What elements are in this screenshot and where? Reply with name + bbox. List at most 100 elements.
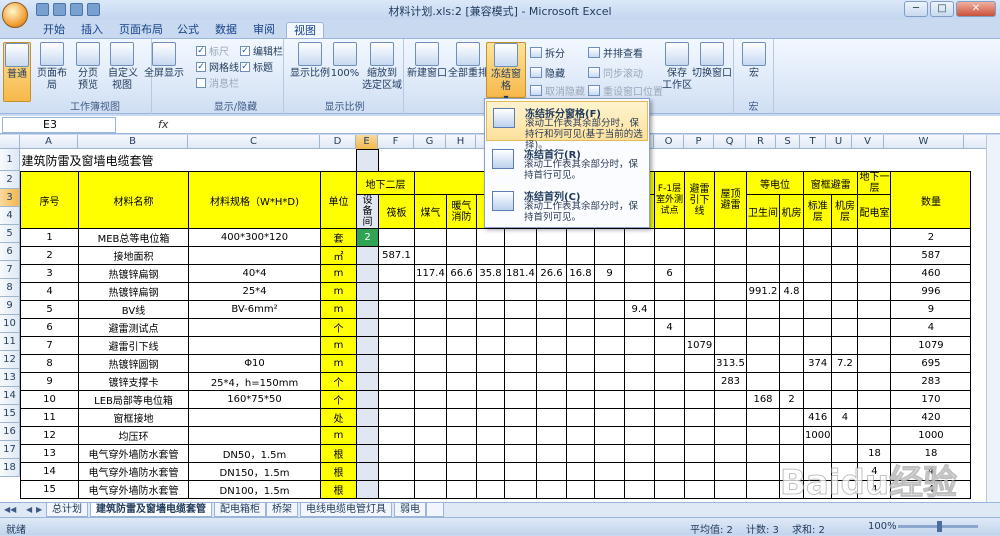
table-cell[interactable] <box>624 444 655 463</box>
table-cell[interactable] <box>624 336 655 355</box>
table-cell[interactable] <box>476 390 505 409</box>
table-cell[interactable] <box>566 354 595 373</box>
table-cell[interactable] <box>476 318 505 337</box>
table-cell[interactable] <box>624 354 655 373</box>
table-cell[interactable] <box>857 282 892 301</box>
table-cell[interactable] <box>594 444 625 463</box>
column-header-V[interactable]: V <box>852 135 884 149</box>
table-cell[interactable] <box>594 462 625 481</box>
table-cell[interactable] <box>714 336 747 355</box>
table-cell[interactable] <box>536 426 567 445</box>
header-gas[interactable]: 煤气 <box>414 194 447 229</box>
table-cell[interactable] <box>414 300 447 319</box>
table-cell[interactable] <box>414 444 447 463</box>
table-cell[interactable]: m <box>320 426 357 445</box>
custom-views-button[interactable]: 自定义 视图 <box>108 42 138 92</box>
table-cell[interactable] <box>566 462 595 481</box>
row-header-6[interactable]: 6 <box>0 243 20 261</box>
table-cell[interactable] <box>536 336 567 355</box>
table-cell[interactable] <box>684 480 715 499</box>
table-cell[interactable] <box>624 372 655 391</box>
table-cell[interactable]: 9 <box>20 372 79 391</box>
minimize-button[interactable]: ─ <box>904 1 928 17</box>
tab-formulas[interactable]: 公式 <box>170 22 206 39</box>
row-header-11[interactable]: 11 <box>0 333 20 351</box>
table-cell[interactable] <box>714 480 747 499</box>
table-cell[interactable]: 4 <box>831 408 859 427</box>
table-cell[interactable] <box>446 426 477 445</box>
table-cell[interactable] <box>684 228 715 247</box>
table-cell[interactable] <box>504 318 537 337</box>
column-header-C[interactable]: C <box>188 135 320 149</box>
table-cell[interactable] <box>594 246 625 265</box>
table-cell[interactable]: DN50，1.5m <box>188 444 321 463</box>
table-cell[interactable] <box>356 444 379 463</box>
table-cell[interactable] <box>504 426 537 445</box>
table-cell[interactable] <box>654 354 685 373</box>
table-cell[interactable] <box>714 318 747 337</box>
table-cell[interactable] <box>857 372 892 391</box>
cell[interactable] <box>747 150 780 172</box>
table-cell[interactable]: 6 <box>654 264 685 283</box>
table-cell[interactable] <box>857 264 892 283</box>
table-cell[interactable]: 25*4，h=150mm <box>188 372 321 391</box>
table-cell[interactable] <box>378 228 415 247</box>
sync-scroll-button[interactable]: 同步滚动 <box>588 65 643 80</box>
table-cell[interactable] <box>594 390 625 409</box>
table-cell[interactable] <box>356 480 379 499</box>
new-window-button[interactable]: 新建窗口 <box>406 42 448 80</box>
table-cell[interactable] <box>446 336 477 355</box>
table-cell[interactable] <box>654 480 685 499</box>
table-cell[interactable]: BV线 <box>78 300 189 319</box>
table-cell[interactable] <box>831 318 859 337</box>
table-cell[interactable] <box>504 480 537 499</box>
table-cell[interactable]: 35.8 <box>476 264 505 283</box>
table-cell[interactable] <box>802 264 833 283</box>
table-cell[interactable]: 4.8 <box>779 282 804 301</box>
header-equipotential[interactable]: 等电位 <box>746 171 804 195</box>
table-cell[interactable] <box>504 300 537 319</box>
table-cell[interactable] <box>476 462 505 481</box>
zoom-level[interactable]: 100% <box>868 521 897 532</box>
headings-checkbox[interactable]: ✓ 标题 <box>240 59 273 74</box>
table-cell[interactable] <box>857 246 892 265</box>
table-cell[interactable] <box>414 246 447 265</box>
table-cell[interactable] <box>654 300 685 319</box>
table-cell[interactable] <box>378 336 415 355</box>
column-header-Q[interactable]: Q <box>714 135 746 149</box>
table-cell[interactable] <box>536 372 567 391</box>
row-header-16[interactable]: 16 <box>0 423 20 441</box>
full-screen-button[interactable]: 全屏显示 <box>142 42 186 80</box>
table-cell[interactable] <box>654 462 685 481</box>
table-cell[interactable] <box>714 246 747 265</box>
table-cell[interactable] <box>476 336 505 355</box>
table-cell[interactable] <box>746 264 780 283</box>
table-cell[interactable]: DN150，1.5m <box>188 462 321 481</box>
table-cell[interactable] <box>536 354 567 373</box>
table-cell[interactable] <box>188 426 321 445</box>
table-cell[interactable]: 镀锌支撑卡 <box>78 372 189 391</box>
table-cell[interactable] <box>566 426 595 445</box>
table-cell[interactable] <box>831 300 859 319</box>
cell[interactable] <box>356 149 379 172</box>
table-cell[interactable] <box>356 426 379 445</box>
cell[interactable] <box>832 150 858 172</box>
table-cell[interactable] <box>684 444 715 463</box>
table-cell[interactable] <box>714 408 747 427</box>
header-frame[interactable]: 窗框避雷 <box>802 171 859 195</box>
table-cell[interactable] <box>624 480 655 499</box>
table-cell[interactable]: 11 <box>20 408 79 427</box>
table-cell[interactable] <box>378 300 415 319</box>
table-cell[interactable] <box>414 354 447 373</box>
table-cell[interactable]: 374 <box>802 354 833 373</box>
tab-data[interactable]: 数据 <box>208 22 244 39</box>
table-cell[interactable] <box>476 372 505 391</box>
cell[interactable] <box>715 150 747 172</box>
table-cell[interactable] <box>446 318 477 337</box>
column-header-S[interactable]: S <box>776 135 800 149</box>
table-cell[interactable]: 170 <box>890 390 972 409</box>
table-cell[interactable] <box>684 426 715 445</box>
row-header-15[interactable]: 15 <box>0 405 20 423</box>
table-cell[interactable]: Φ10 <box>188 354 321 373</box>
header-equip-room[interactable]: 设备间 <box>356 194 379 229</box>
